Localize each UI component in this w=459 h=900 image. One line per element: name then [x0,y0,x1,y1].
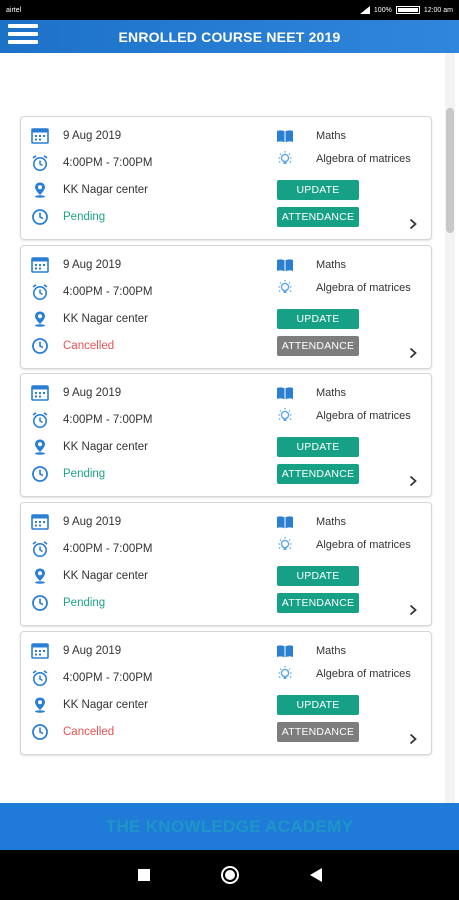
map-pin-icon [31,696,49,714]
subject-name: Maths [316,130,346,142]
update-button[interactable]: UPDATE [277,437,359,457]
status-badge: Pending [63,597,106,609]
map-pin-icon [31,438,49,456]
subject-name: Maths [316,259,346,271]
update-button[interactable]: UPDATE [277,180,359,200]
course-list[interactable]: 9 Aug 2019 4:00PM - 7:00PM KK Nagar cent… [0,53,459,803]
clock-time: 12:00 am [423,6,453,14]
alarm-clock-icon [31,540,49,558]
clock-icon [31,208,49,226]
status-badge: Pending [63,468,106,480]
alarm-clock-icon [31,411,49,429]
course-card[interactable]: 9 Aug 2019 4:00PM - 7:00PM KK Nagar cent… [20,631,432,755]
session-time: 4:00PM - 7:00PM [63,414,153,426]
calendar-icon [31,642,49,660]
status-badge: Cancelled [63,340,115,352]
page-title: ENROLLED COURSE NEET 2019 [118,29,341,45]
scrollbar-thumb[interactable] [446,108,454,233]
topic-name: Algebra of matrices [316,539,411,551]
calendar-icon [31,256,49,274]
course-card[interactable]: 9 Aug 2019 4:00PM - 7:00PM KK Nagar cent… [20,245,432,369]
chevron-right-icon[interactable] [407,732,419,745]
subject-name: Maths [316,387,346,399]
update-button[interactable]: UPDATE [277,566,359,586]
home-icon[interactable] [220,865,240,885]
attendance-button[interactable]: ATTENDANCE [277,722,359,742]
app-bar: ENROLLED COURSE NEET 2019 [0,20,459,53]
clock-icon [31,337,49,355]
update-button[interactable]: UPDATE [277,695,359,715]
session-location: KK Nagar center [63,570,149,582]
topic-name: Algebra of matrices [316,282,411,294]
status-right: 100% 12:00 am [359,6,453,14]
session-date: 9 Aug 2019 [63,387,122,399]
subject-name: Maths [316,516,346,528]
bulb-icon [276,407,294,425]
bulb-icon [276,279,294,297]
session-date: 9 Aug 2019 [63,259,122,271]
recent-apps-icon[interactable] [134,865,154,885]
update-button[interactable]: UPDATE [277,309,359,329]
course-card[interactable]: 9 Aug 2019 4:00PM - 7:00PM KK Nagar cent… [20,373,432,497]
carrier-label: airtel [6,6,22,14]
back-icon[interactable] [306,865,326,885]
clock-icon [31,594,49,612]
attendance-button[interactable]: ATTENDANCE [277,207,359,227]
book-icon [276,642,294,660]
course-card[interactable]: 9 Aug 2019 4:00PM - 7:00PM KK Nagar cent… [20,116,432,240]
session-time: 4:00PM - 7:00PM [63,543,153,555]
book-icon [276,127,294,145]
map-pin-icon [31,310,49,328]
map-pin-icon [31,181,49,199]
session-date: 9 Aug 2019 [63,516,122,528]
chevron-right-icon[interactable] [407,603,419,616]
book-icon [276,384,294,402]
session-date: 9 Aug 2019 [63,645,122,657]
book-icon [276,256,294,274]
session-location: KK Nagar center [63,441,149,453]
calendar-icon [31,127,49,145]
bulb-icon [276,150,294,168]
alarm-clock-icon [31,669,49,687]
alarm-clock-icon [31,283,49,301]
battery-percent: 100% [373,6,392,14]
session-date: 9 Aug 2019 [63,130,122,142]
status-bar: airtel 100% 12:00 am [0,0,459,20]
battery-icon [395,6,420,14]
footer-banner: THE KNOWLEDGE ACADEMY [0,803,459,850]
course-card[interactable]: 9 Aug 2019 4:00PM - 7:00PM KK Nagar cent… [20,502,432,626]
chevron-right-icon[interactable] [407,346,419,359]
attendance-button[interactable]: ATTENDANCE [277,593,359,613]
book-icon [276,513,294,531]
session-time: 4:00PM - 7:00PM [63,672,153,684]
footer-text: THE KNOWLEDGE ACADEMY [105,816,354,836]
clock-icon [31,465,49,483]
alarm-clock-icon [31,154,49,172]
bulb-icon [276,665,294,683]
chevron-right-icon[interactable] [407,217,419,230]
topic-name: Algebra of matrices [316,668,411,680]
topic-name: Algebra of matrices [316,410,411,422]
calendar-icon [31,384,49,402]
session-time: 4:00PM - 7:00PM [63,286,153,298]
status-badge: Cancelled [63,726,115,738]
system-nav-bar [0,850,459,900]
signal-icon [359,6,370,14]
status-badge: Pending [63,211,106,223]
session-time: 4:00PM - 7:00PM [63,157,153,169]
topic-name: Algebra of matrices [316,153,411,165]
session-location: KK Nagar center [63,699,149,711]
map-pin-icon [31,567,49,585]
session-location: KK Nagar center [63,313,149,325]
attendance-button[interactable]: ATTENDANCE [277,336,359,356]
chevron-right-icon[interactable] [407,474,419,487]
bulb-icon [276,536,294,554]
session-location: KK Nagar center [63,184,149,196]
subject-name: Maths [316,645,346,657]
calendar-icon [31,513,49,531]
attendance-button[interactable]: ATTENDANCE [277,464,359,484]
clock-icon [31,723,49,741]
